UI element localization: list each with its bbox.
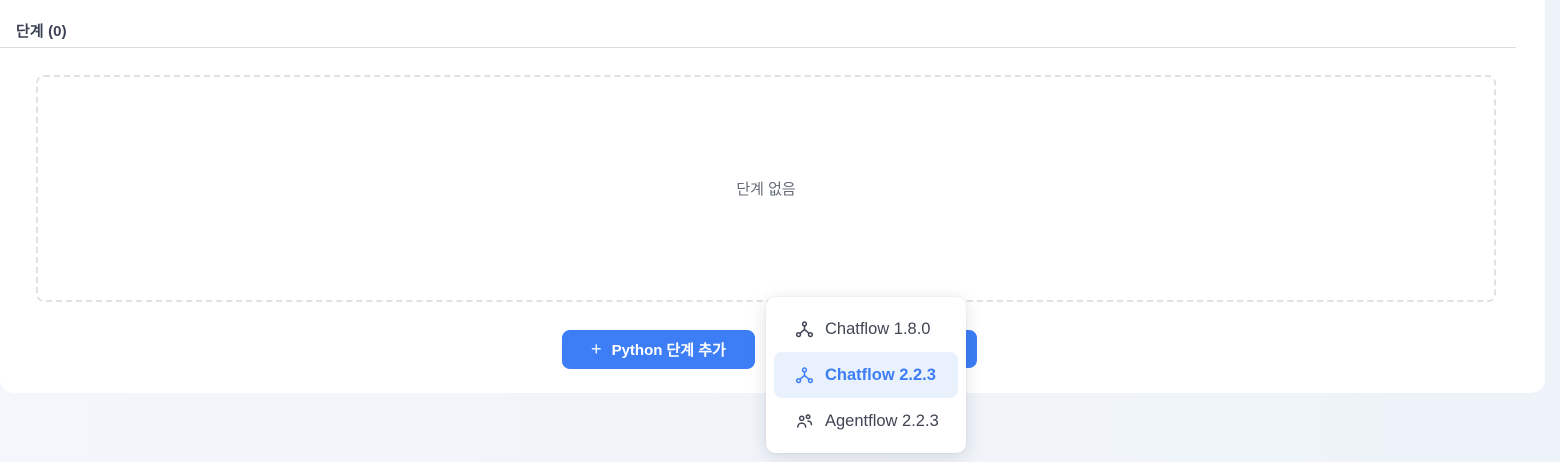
steps-empty-dropzone: 단계 없음 [36, 75, 1496, 302]
chatflow-nodes-icon [795, 366, 814, 385]
dropdown-item-agentflow-2-2-3[interactable]: Agentflow 2.2.3 [766, 398, 966, 444]
plus-icon: + [591, 340, 602, 358]
empty-state-text: 단계 없음 [736, 178, 795, 199]
agentflow-team-icon [795, 412, 814, 431]
page-title: 단계 (0) [16, 20, 67, 41]
dropdown-item-label: Chatflow 1.8.0 [825, 320, 930, 339]
add-python-step-button[interactable]: + Python 단계 추가 [562, 330, 755, 369]
flow-version-dropdown-menu: Chatflow 1.8.0 Chatflow 2.2.3 Agentflow … [766, 297, 966, 453]
dropdown-item-label: Agentflow 2.2.3 [825, 412, 939, 431]
dropdown-item-label: Chatflow 2.2.3 [825, 366, 936, 385]
dropdown-item-chatflow-2-2-3-selected[interactable]: Chatflow 2.2.3 [774, 352, 958, 398]
dropdown-item-chatflow-1-8-0[interactable]: Chatflow 1.8.0 [766, 306, 966, 352]
add-python-step-label: Python 단계 추가 [612, 339, 726, 360]
chatflow-nodes-icon [795, 320, 814, 339]
title-divider [0, 47, 1516, 48]
